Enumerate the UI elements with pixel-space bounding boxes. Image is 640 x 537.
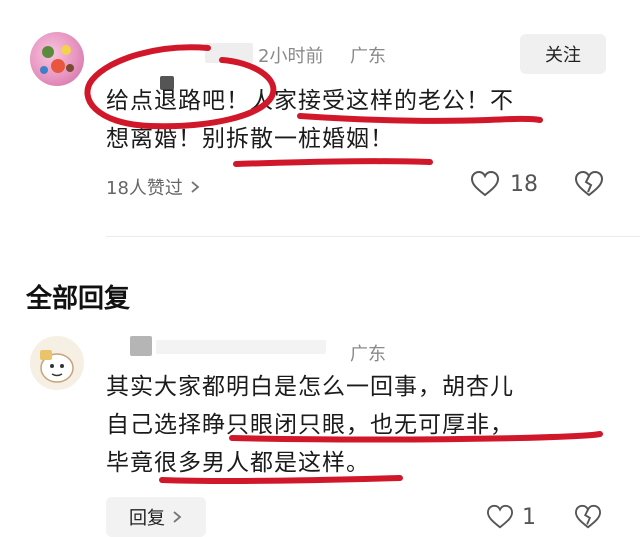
reply-like-count: 1: [522, 504, 536, 530]
replier-name-obscured: [130, 336, 152, 356]
likers-text: 18人赞过: [106, 178, 183, 199]
reply-location: 广东: [350, 344, 386, 365]
annotation-underline-2: [233, 158, 433, 167]
avatar-illustration-icon: [40, 45, 74, 74]
chevron-right-icon: [173, 511, 182, 523]
reply-line-1: 其实大家都明白是怎么一回事，胡杏儿: [106, 374, 514, 400]
reply-button[interactable]: 回复: [106, 497, 206, 537]
replier-avatar[interactable]: [30, 336, 84, 390]
replier-name-obscured-trail: [156, 340, 326, 354]
like-count: 18: [510, 171, 538, 197]
comment-text: 给点退路吧！人家接受这样的老公！不 想离婚！别拆散一桩婚姻！: [106, 82, 626, 158]
follow-button[interactable]: 关注: [520, 34, 606, 74]
comment-divider: [106, 236, 640, 237]
heart-outline-icon: [486, 504, 514, 529]
dislike-button[interactable]: [574, 170, 604, 202]
heart-broken-outline-icon: [574, 504, 602, 529]
reply-button-label: 回复: [129, 508, 165, 529]
like-button[interactable]: 18: [470, 170, 538, 198]
reply-text: 其实大家都明白是怎么一回事，胡杏儿 自己选择睁只眼闭只眼，也无可厚非， 毕竟很多…: [106, 368, 626, 482]
chevron-right-icon: [191, 181, 200, 193]
reply-line-2: 自己选择睁只眼闭只眼，也无可厚非，: [106, 412, 514, 438]
heart-broken-outline-icon: [574, 170, 604, 197]
comment-line-1: 给点退路吧！人家接受这样的老公！不: [106, 88, 514, 114]
comment-time: 2小时前: [258, 46, 324, 67]
avatar-illustration-icon: [40, 350, 74, 383]
reply-like-button[interactable]: 1: [486, 504, 536, 530]
replies-section-title: 全部回复: [26, 284, 131, 314]
heart-outline-icon: [470, 170, 500, 197]
comment-line-2: 想离婚！别拆散一桩婚姻！: [106, 126, 394, 152]
commenter-avatar[interactable]: [30, 32, 84, 86]
comment-location: 广东: [350, 46, 386, 67]
commenter-name-obscured: [205, 43, 253, 63]
reply-dislike-button[interactable]: [574, 504, 602, 534]
likers-link[interactable]: 18人赞过: [106, 174, 201, 200]
reply-line-3: 毕竟很多男人都是这样。: [106, 450, 370, 476]
